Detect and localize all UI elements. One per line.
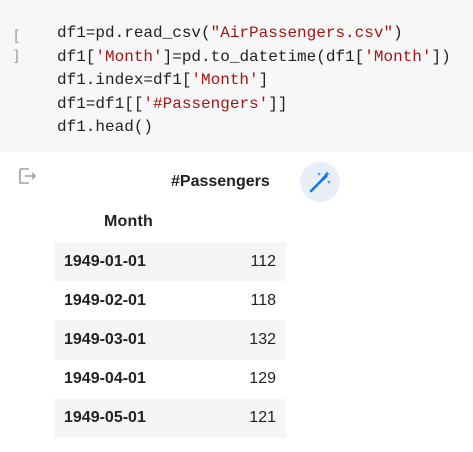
code-line-2: df1['Month']=pd.to_datetime(df1['Month']… xyxy=(57,47,451,66)
dataframe-index-name: Month xyxy=(104,213,153,230)
code-line-3: df1.index=df1['Month'] xyxy=(57,71,269,89)
table-row: 1949-03-01 132 xyxy=(54,320,286,360)
code-editor[interactable]: df1=pd.read_csv("AirPassengers.csv") df1… xyxy=(57,22,451,140)
dataframe-table: 1949-01-01 112 1949-02-01 118 1949-03-01… xyxy=(54,242,286,438)
table-row: 1949-01-01 112 xyxy=(54,242,286,282)
row-index: 1949-04-01 xyxy=(64,370,146,388)
row-index: 1949-03-01 xyxy=(64,330,146,348)
row-index: 1949-01-01 xyxy=(64,252,146,270)
code-line-4: df1=df1[['#Passengers']] xyxy=(57,94,288,113)
code-cell[interactable]: [ ] df1=pd.read_csv("AirPassengers.csv")… xyxy=(0,0,473,152)
table-row: 1949-05-01 121 xyxy=(54,398,286,438)
table-row: 1949-04-01 129 xyxy=(54,359,286,399)
table-row: 1949-02-01 118 xyxy=(54,281,286,321)
magic-wand-button[interactable] xyxy=(300,162,340,202)
row-value: 129 xyxy=(249,370,276,388)
magic-wand-icon xyxy=(309,171,331,193)
row-index: 1949-02-01 xyxy=(64,291,146,309)
code-line-1: df1=pd.read_csv("AirPassengers.csv") xyxy=(57,24,403,42)
row-value: 112 xyxy=(250,252,276,270)
run-cell-button[interactable]: [ ] xyxy=(12,26,36,65)
row-value: 132 xyxy=(249,330,276,348)
row-value: 118 xyxy=(250,291,276,309)
code-line-5: df1.head() xyxy=(57,118,154,136)
output-arrow-icon[interactable] xyxy=(16,166,38,188)
row-value: 121 xyxy=(249,409,276,427)
row-index: 1949-05-01 xyxy=(64,409,146,427)
run-cell-icon: [ ] xyxy=(12,27,21,65)
dataframe-column-header: #Passengers xyxy=(171,173,270,190)
